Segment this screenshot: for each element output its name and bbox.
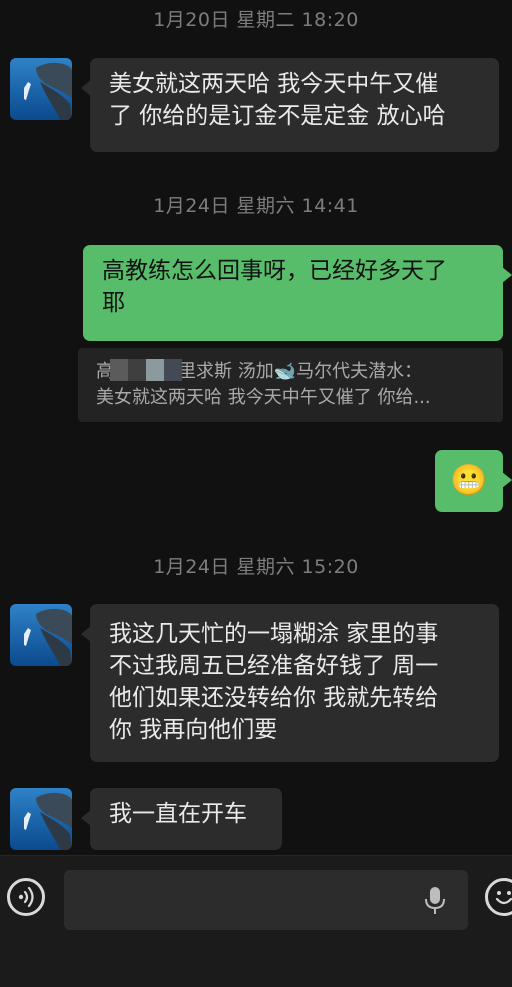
message-input[interactable] [64, 870, 468, 930]
input-bar [0, 855, 512, 987]
message-line: 不过我周五已经准备好钱了 周一 [109, 653, 439, 679]
quote-sender-suffix: 毛里求斯 汤加🐋马尔代夫潜水： [160, 361, 423, 382]
message-line: 了 你给的是订金不是定金 放心哈 [109, 103, 446, 129]
redaction-block [146, 359, 166, 381]
message-line: 我一直在开车 [109, 801, 247, 827]
whale-diver-avatar-icon [10, 604, 72, 666]
whale-diver-avatar-icon [10, 788, 72, 850]
whale-diver-avatar-icon [10, 58, 72, 120]
avatar[interactable] [10, 604, 72, 666]
message-line: 高教练怎么回事呀，已经好多天了 [102, 258, 447, 284]
timestamp: 1月24日 星期六 14:41 [153, 195, 359, 217]
voice-icon[interactable] [7, 878, 45, 916]
avatar[interactable] [10, 788, 72, 850]
message-line: 你 我再向他们要 [109, 717, 278, 743]
smiley-face-icon [495, 891, 512, 905]
redaction-block [128, 359, 148, 381]
avatar[interactable] [10, 58, 72, 120]
timestamp: 1月20日 星期二 18:20 [153, 9, 359, 31]
emoji-icon[interactable] [485, 878, 512, 916]
microphone-icon[interactable] [424, 886, 446, 916]
incoming-message-bubble[interactable]: 我这几天忙的一塌糊涂 家里的事 不过我周五已经准备好钱了 周一 他们如果还没转给… [81, 604, 499, 762]
redaction-block [164, 359, 182, 381]
incoming-message-bubble[interactable]: 美女就这两天哈 我今天中午又催 了 你给的是订金不是定金 放心哈 [81, 58, 499, 152]
voice-waves-icon [18, 886, 34, 908]
timestamp: 1月24日 星期六 15:20 [153, 556, 359, 578]
incoming-message-bubble[interactable]: 我一直在开车 [81, 788, 282, 850]
message-line: 我这几天忙的一塌糊涂 家里的事 [109, 621, 439, 647]
quote-line-2: 美女就这两天哈 我今天中午又催了 你给... [96, 387, 431, 408]
outgoing-sticker-bubble[interactable]: 😬 [435, 450, 512, 512]
outgoing-message-bubble[interactable]: 高教练怎么回事呀，已经好多天了 耶 [83, 245, 512, 341]
grimace-emoji-icon: 😬 [450, 463, 488, 498]
message-line: 他们如果还没转给你 我就先转给 [109, 685, 439, 711]
message-line: 美女就这两天哈 我今天中午又催 [109, 71, 439, 97]
redaction-block [110, 359, 130, 381]
message-line: 耶 [102, 290, 125, 316]
